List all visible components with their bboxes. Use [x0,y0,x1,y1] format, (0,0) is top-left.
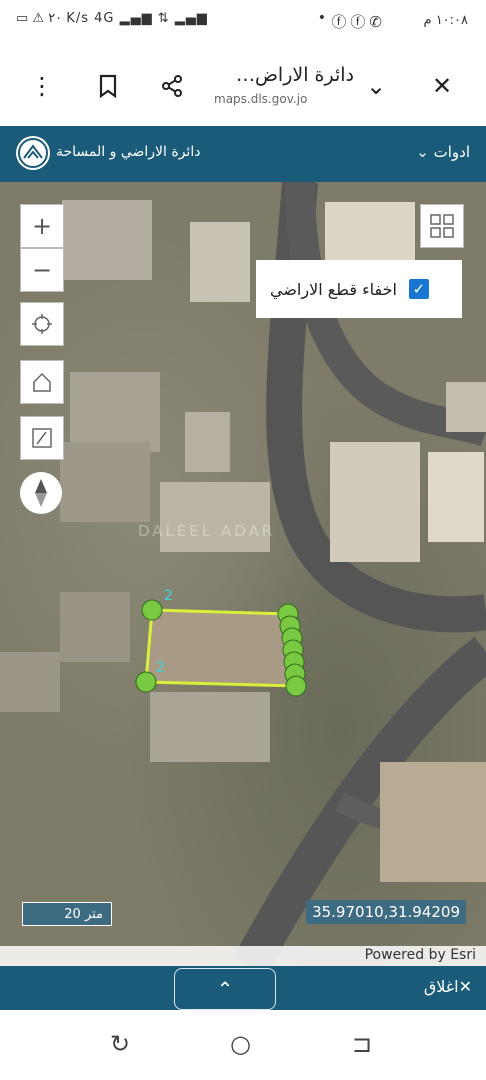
home-button-icon[interactable]: ○ [230,1030,251,1058]
page-title: دائرة الاراض… [235,64,354,86]
home-icon[interactable] [20,360,64,404]
watermark: DALEEL ADAR [138,522,276,540]
status-left-icons: ▭ ⚠ ٢٠ K/s 4G ▂▄▆ ⇅ ▂▄▆ [16,11,208,26]
close-icon[interactable]: ✕ [422,66,462,106]
expand-panel-button[interactable]: ⌃ [174,968,276,1010]
clock: ١٠:٠٨ م [423,13,469,28]
notification-dot: • [317,10,326,26]
zoom-out-button[interactable]: − [20,248,64,292]
chevron-down-icon[interactable]: ⌄ [356,66,396,106]
org-name: دائرة الاراضي و المساحة [56,144,201,160]
measure-icon[interactable] [20,416,64,460]
status-bar: ▭ ⚠ ٢٠ K/s 4G ▂▄▆ ⇅ ▂▄▆ • ⓕⓕ✆ ١٠:٠٨ م [0,0,486,46]
app-notification-icons: ⓕⓕ✆ [331,13,386,31]
app-header: دائرة الاراضي و المساحة ادوات ⌄ [0,126,486,182]
locate-icon[interactable] [20,302,64,346]
close-panel-button[interactable]: ✕اغلاق [424,977,472,996]
network-label: 4G [94,11,115,26]
back-icon[interactable]: ⊐ [352,1030,372,1058]
coordinates-readout: 35.97010,31.94209 [306,900,466,924]
parcel-label: 2 [164,588,173,604]
close-panel-label: اغلاق [423,977,459,996]
attribution-bar: Powered by Esri [0,946,486,966]
map-view[interactable]: 2 2 DALEEL ADAR + − ✓ اخفاء قطع الاراضي … [0,182,486,966]
bookmark-icon[interactable] [88,66,128,106]
attribution-text: Powered by Esri [364,947,476,963]
system-nav-bar: ↻ ○ ⊐ [0,1010,486,1080]
page-url: maps.dls.gov.jo [214,92,308,106]
hide-parcels-checkbox[interactable]: ✓ [408,279,429,299]
dls-logo [16,136,50,170]
tools-label: ادوات [433,143,470,161]
speed-label: ٢٠ K/s [48,11,89,26]
hide-parcels-toggle[interactable]: ✓ اخفاء قطع الاراضي [256,260,462,318]
chevron-down-icon: ⌄ [416,143,429,161]
more-menu-icon[interactable]: ⋮ [22,66,62,106]
scale-bar: 20 متر [22,902,112,926]
zoom-in-button[interactable]: + [20,204,64,248]
hide-parcels-label: اخفاء قطع الاراضي [270,279,397,299]
browser-toolbar: ⋮ دائرة الاراض… maps.dls.gov.jo ⌄ ✕ [0,46,486,127]
compass-icon[interactable] [20,472,62,514]
qr-grid-icon[interactable] [420,204,464,248]
share-icon[interactable] [152,66,192,106]
parcel-label: 2 [156,660,165,676]
recent-apps-icon[interactable]: ↻ [110,1030,130,1058]
tools-menu[interactable]: ادوات ⌄ [416,143,470,161]
bottom-panel: ⌃ ✕اغلاق [0,966,486,1010]
